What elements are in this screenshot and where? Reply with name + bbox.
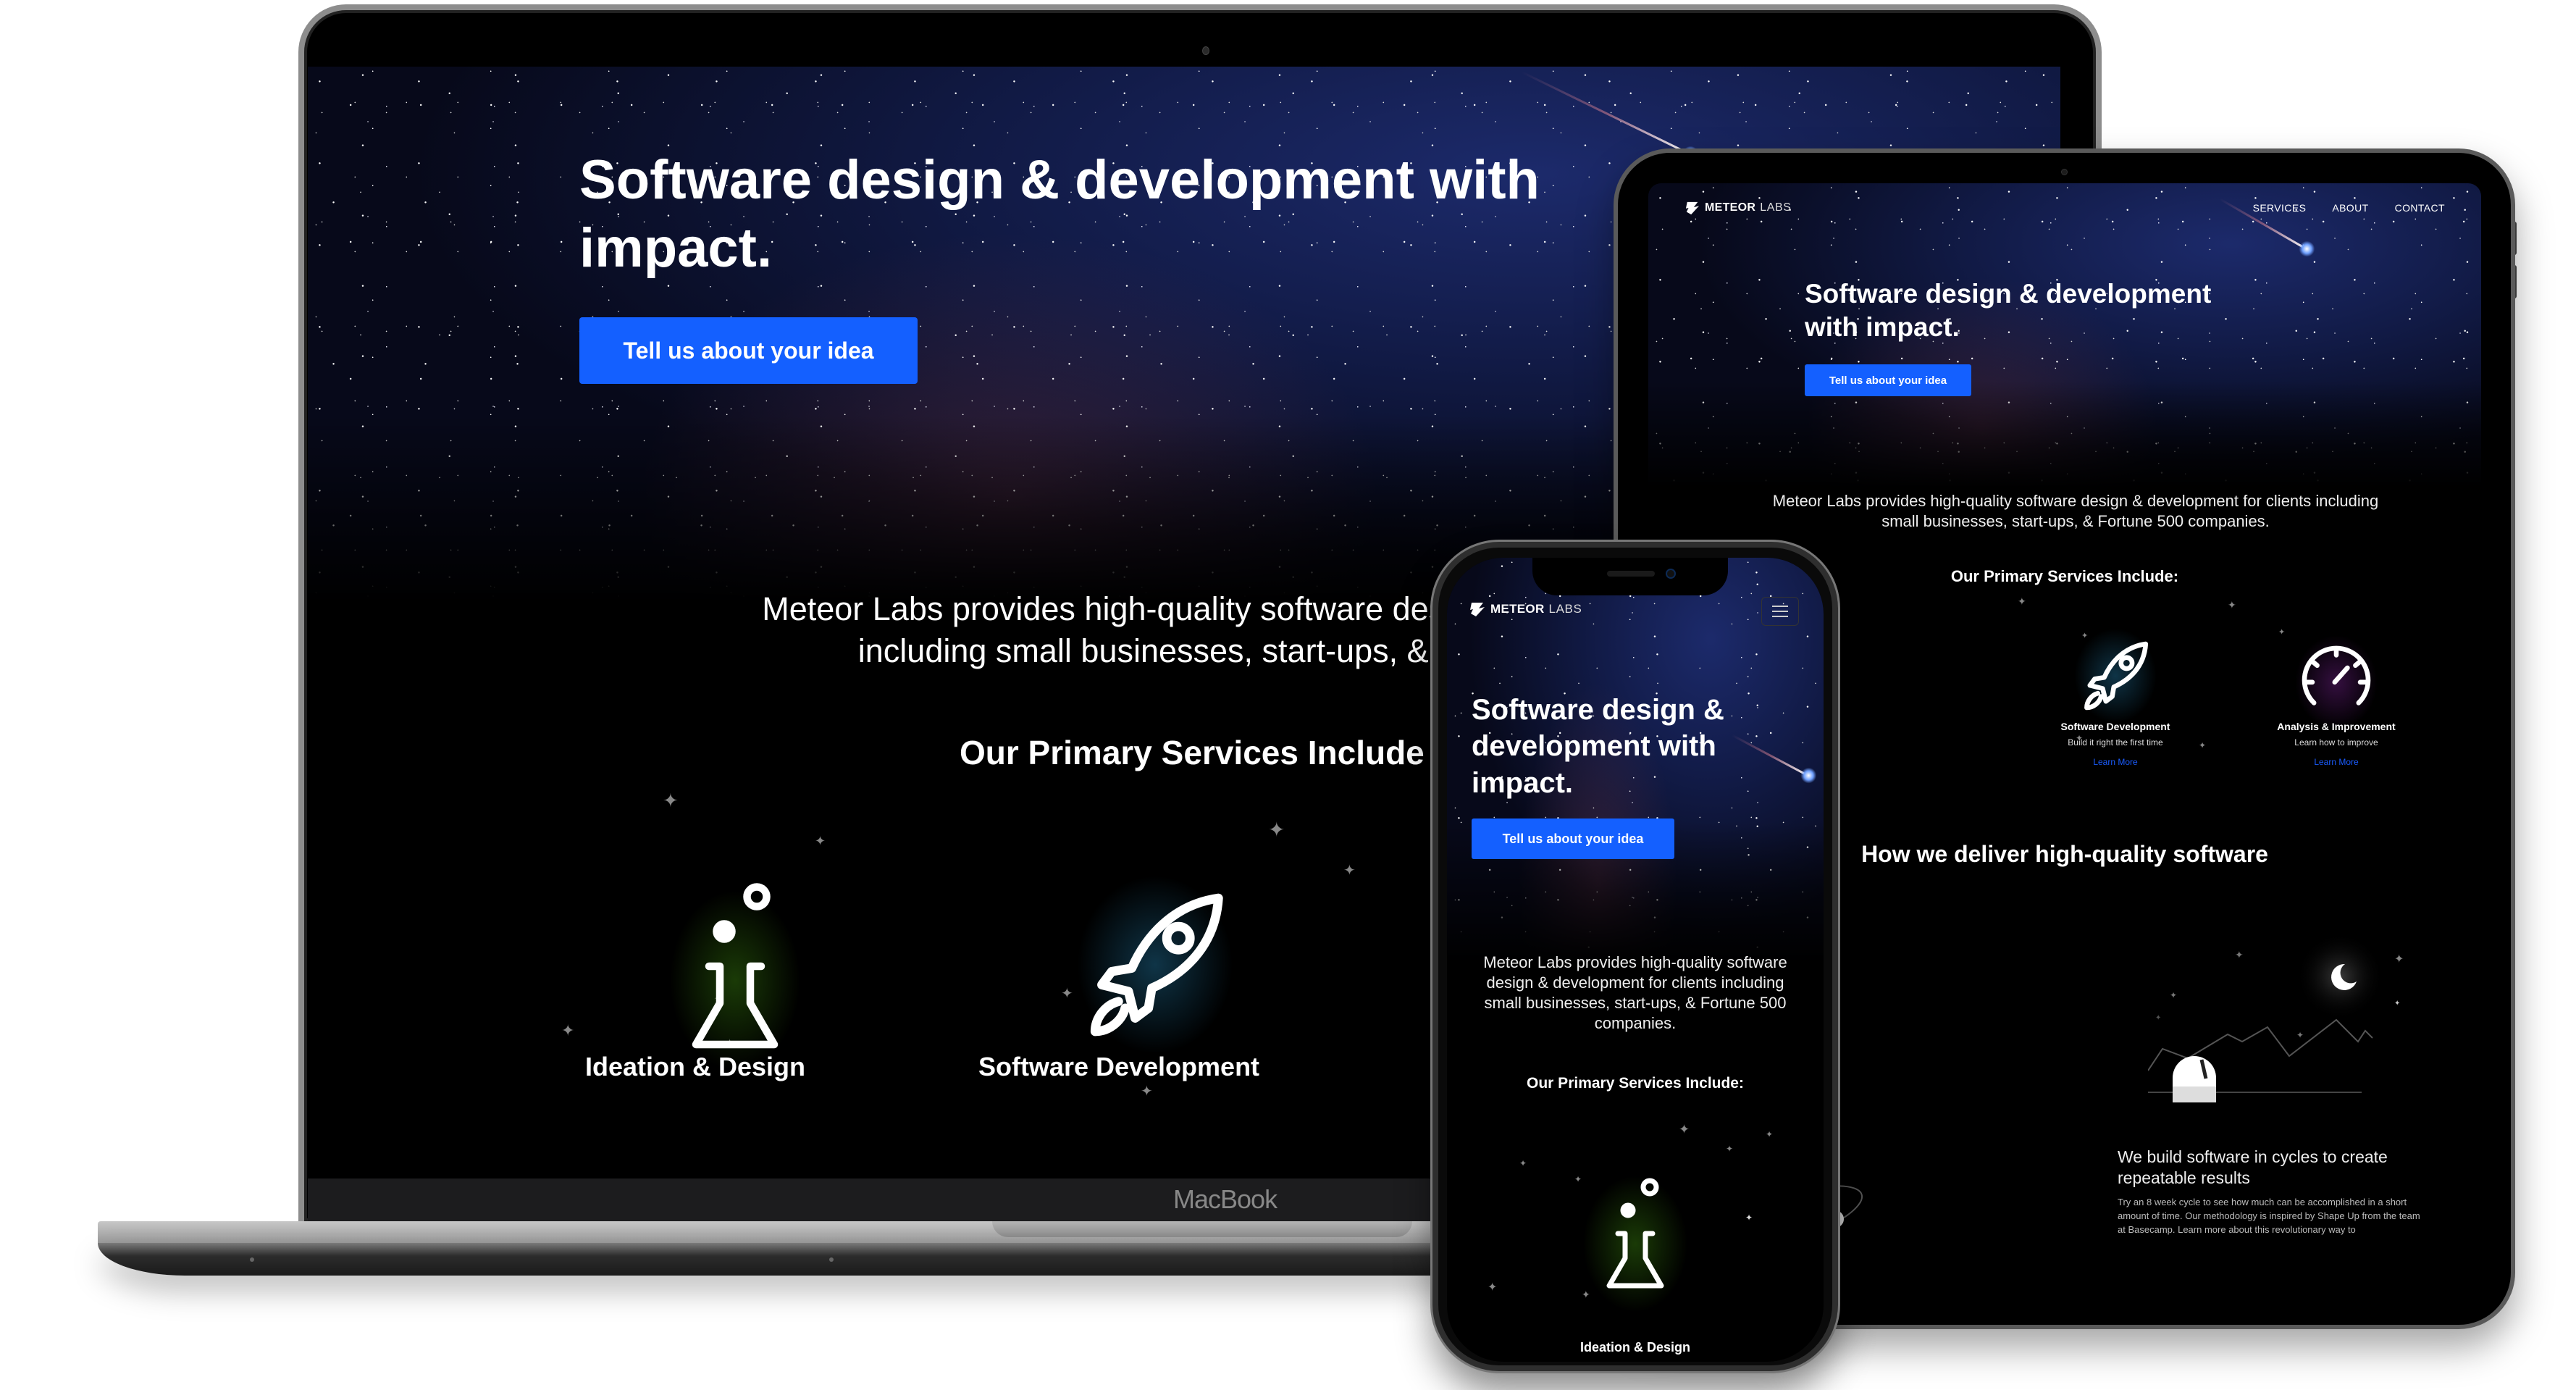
hero-fade xyxy=(1648,381,2481,487)
tablet-intro-text: Meteor Labs provides high-quality softwa… xyxy=(1772,492,2379,530)
rocket-icon xyxy=(1090,893,1223,1037)
phone-device: METEOR LABS Software design & developmen… xyxy=(1432,542,1838,1371)
tablet-hero-title: Software design & development with impac… xyxy=(1805,279,2212,342)
sparkle-icon: ✦ xyxy=(1519,1158,1527,1168)
laptop-foot xyxy=(829,1257,834,1262)
sparkle-icon: ✦ xyxy=(1745,1213,1753,1223)
hamburger-menu-button[interactable] xyxy=(1761,597,1799,626)
logo-text-light: LABS xyxy=(1548,602,1582,616)
tablet-logo[interactable]: METEOR LABS xyxy=(1685,201,1792,215)
hamburger-icon-bar xyxy=(1772,611,1788,612)
flask-icon xyxy=(1606,1178,1664,1289)
laptop-service-title-software: Software Development xyxy=(978,1052,1260,1081)
flask-icon xyxy=(692,883,779,1049)
tablet-service-title-software: Software Development xyxy=(2060,721,2170,732)
sparkle-icon: ✦ xyxy=(2018,595,2026,607)
sparkle-icon: ✦ xyxy=(1488,1281,1498,1294)
laptop-service-title-ideation: Ideation & Design xyxy=(584,1052,806,1081)
laptop-hero-title: Software design & development with impac… xyxy=(579,149,1540,280)
sparkle-icon: ✦ xyxy=(1726,1144,1734,1154)
nav-about[interactable]: ABOUT xyxy=(2332,202,2368,214)
logo-text-light: LABS xyxy=(1760,201,1792,214)
tablet-service-link-software[interactable]: Learn More xyxy=(2025,757,2206,767)
process-step-2-body: Try an 8 week cycle to see how much can … xyxy=(2118,1197,2420,1235)
phone-services-title: Our Primary Services Include: xyxy=(1527,1075,1744,1092)
meteor-graphic xyxy=(1521,71,1692,156)
tablet-service-title-analysis: Analysis & Improvement xyxy=(2277,721,2396,732)
tablet-service-link-analysis[interactable]: Learn More xyxy=(2242,757,2430,767)
laptop-hinge-notch xyxy=(992,1221,1412,1237)
tablet-service-subtitle-software: Build it right the first time xyxy=(2068,737,2163,748)
laptop-service-icon-software xyxy=(1032,842,1278,1088)
speedometer-icon xyxy=(2302,645,2371,706)
meteor-logo-icon xyxy=(1470,603,1485,616)
phone-hero-title: Software design & development with impac… xyxy=(1472,694,1724,799)
phone-service-icon-ideation xyxy=(1548,1144,1722,1326)
meteor-logo-icon xyxy=(1685,201,1700,215)
svg-text:✦: ✦ xyxy=(2394,1000,2400,1008)
sparkle-icon: ✦ xyxy=(1268,818,1285,841)
phone-cta-button[interactable]: Tell us about your idea xyxy=(1472,818,1674,859)
svg-text:✦: ✦ xyxy=(2235,949,2244,960)
svg-text:✦: ✦ xyxy=(2296,1030,2304,1040)
phone-logo[interactable]: METEOR LABS xyxy=(1469,601,1582,617)
process-step-2-title: We build software in cycles to create re… xyxy=(2118,1147,2388,1187)
hamburger-icon-bar xyxy=(1772,616,1788,617)
observatory-night-illustration: ✦ ✦ ✦ ✦ ✦ ✦ xyxy=(2148,937,2404,1102)
phone-speaker xyxy=(1607,571,1655,577)
logo-text-strong: METEOR xyxy=(1705,201,1756,214)
rocket-icon xyxy=(2084,641,2149,711)
svg-text:✦: ✦ xyxy=(2394,953,2404,966)
sparkle-icon: ✦ xyxy=(2228,599,2236,611)
svg-text:✦: ✦ xyxy=(2170,990,2177,1000)
phone-screen: METEOR LABS Software design & developmen… xyxy=(1447,558,1824,1362)
sparkle-icon: ✦ xyxy=(1766,1129,1774,1139)
svg-text:✦: ✦ xyxy=(2155,1014,2161,1022)
phone-camera xyxy=(1666,569,1676,579)
phone-notch xyxy=(1532,558,1728,595)
nav-contact[interactable]: CONTACT xyxy=(2395,202,2445,214)
macbook-label: MacBook xyxy=(1173,1184,1277,1214)
hamburger-icon-bar xyxy=(1772,606,1788,607)
sparkle-icon: ✦ xyxy=(1343,863,1356,879)
phone-service-title-ideation: Ideation & Design xyxy=(1579,1340,1690,1355)
tablet-cta-button[interactable]: Tell us about your idea xyxy=(1805,364,1971,396)
sparkle-icon: ✦ xyxy=(1679,1122,1690,1136)
tablet-nav: SERVICES ABOUT CONTACT xyxy=(2253,202,2445,214)
laptop-cta-button[interactable]: Tell us about your idea xyxy=(579,317,918,384)
sparkle-icon: ✦ xyxy=(561,1021,575,1039)
logo-text-strong: METEOR xyxy=(1490,602,1545,616)
laptop-services-title: Our Primary Services Include xyxy=(960,734,1425,771)
sparkle-icon: ✦ xyxy=(663,790,679,811)
laptop-foot xyxy=(250,1257,254,1262)
tablet-service-subtitle-analysis: Learn how to improve xyxy=(2294,737,2378,748)
nav-services[interactable]: SERVICES xyxy=(2253,202,2307,214)
sparkle-icon: ✦ xyxy=(815,834,826,848)
laptop-webcam xyxy=(1202,46,1209,55)
tablet-camera xyxy=(2061,169,2068,175)
phone-intro-text: Meteor Labs provides high-quality softwa… xyxy=(1483,953,1787,1033)
